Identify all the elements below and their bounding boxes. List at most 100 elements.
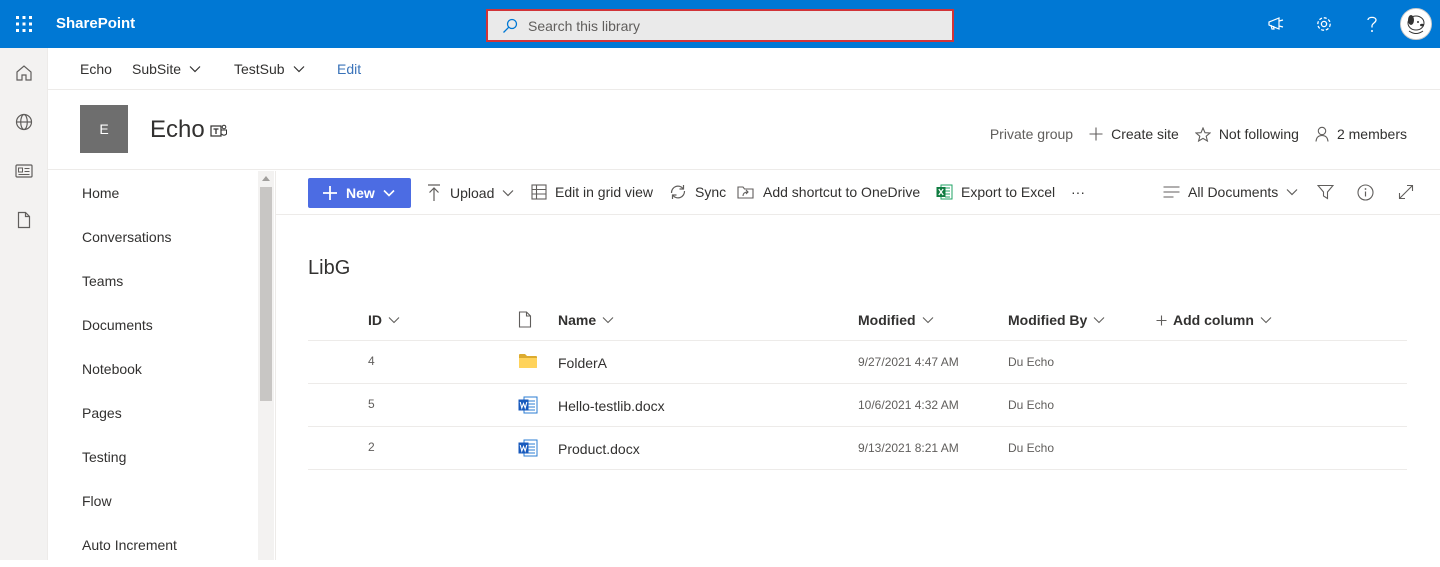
suite-bar: SharePoint bbox=[0, 0, 1440, 48]
filter-icon[interactable] bbox=[1317, 184, 1334, 200]
site-title[interactable]: Echo bbox=[150, 116, 205, 144]
modified-by[interactable]: Du Echo bbox=[1008, 441, 1054, 455]
list-row[interactable]: 5 Hello-testlib.docx 10/6/2021 4:32 AM D… bbox=[308, 384, 1407, 427]
export-excel-button[interactable]: Export to Excel bbox=[936, 184, 1055, 200]
plus-icon bbox=[1156, 315, 1167, 325]
home-icon[interactable] bbox=[0, 48, 48, 97]
hubnav-item-echo[interactable]: Echo bbox=[80, 61, 112, 77]
file-name-link[interactable]: FolderA bbox=[558, 355, 607, 371]
nav-item-teams[interactable]: Teams bbox=[48, 259, 258, 303]
gear-icon[interactable] bbox=[1300, 0, 1348, 48]
row-id: 5 bbox=[368, 397, 375, 411]
avatar[interactable] bbox=[1400, 8, 1432, 40]
search-box[interactable] bbox=[486, 9, 954, 42]
search-input[interactable] bbox=[528, 17, 928, 34]
follow-button[interactable]: Not following bbox=[1194, 126, 1299, 142]
column-header-name[interactable]: Name bbox=[558, 312, 614, 328]
globe-icon[interactable] bbox=[0, 97, 48, 146]
excel-icon bbox=[936, 184, 953, 200]
row-id: 4 bbox=[368, 354, 375, 368]
megaphone-icon[interactable] bbox=[1252, 0, 1300, 48]
new-button[interactable]: New bbox=[308, 178, 411, 208]
sync-icon bbox=[670, 185, 686, 199]
file-icon[interactable] bbox=[0, 195, 48, 244]
group-privacy-label: Private group bbox=[989, 126, 1074, 142]
word-document-icon bbox=[518, 396, 538, 414]
star-icon bbox=[1194, 126, 1211, 142]
members-label: 2 members bbox=[1336, 126, 1407, 142]
chevron-down-icon bbox=[293, 66, 305, 73]
document-list: ID Name Modified Modified By Add column … bbox=[308, 298, 1407, 470]
hubnav-label: SubSite bbox=[132, 61, 182, 77]
site-logo[interactable]: E bbox=[80, 105, 128, 153]
hubnav-edit-link[interactable]: Edit bbox=[337, 61, 361, 77]
file-name-link[interactable]: Product.docx bbox=[558, 441, 640, 457]
chevron-down-icon bbox=[189, 66, 201, 73]
list-row[interactable]: 4 FolderA 9/27/2021 4:47 AM Du Echo bbox=[308, 341, 1407, 384]
modified-date: 9/13/2021 8:21 AM bbox=[858, 441, 959, 455]
nav-item-auto-increment[interactable]: Auto Increment bbox=[48, 523, 258, 567]
file-type-icon[interactable] bbox=[518, 311, 532, 328]
hubnav-item-testsub[interactable]: TestSub bbox=[234, 61, 305, 77]
nav-item-notebook[interactable]: Notebook bbox=[48, 347, 258, 391]
nav-item-pages[interactable]: Pages bbox=[48, 391, 258, 435]
members-button[interactable]: 2 members bbox=[1315, 126, 1407, 142]
view-switcher[interactable]: All Documents bbox=[1163, 184, 1298, 200]
upload-button[interactable]: Upload bbox=[426, 184, 514, 202]
plus-icon bbox=[323, 186, 337, 200]
view-name: All Documents bbox=[1188, 184, 1279, 200]
modified-date: 9/27/2021 4:47 AM bbox=[858, 355, 959, 369]
column-label: Modified bbox=[858, 312, 916, 328]
nav-item-testing[interactable]: Testing bbox=[48, 435, 258, 479]
command-bar: New Upload Edit in grid view Sync Add sh… bbox=[276, 171, 1440, 215]
column-header-modified[interactable]: Modified bbox=[858, 312, 934, 328]
left-nav-scrollbar[interactable] bbox=[258, 171, 274, 560]
add-shortcut-label: Add shortcut to OneDrive bbox=[763, 184, 921, 200]
help-icon[interactable] bbox=[1348, 0, 1396, 48]
word-document-icon bbox=[518, 439, 538, 457]
teams-icon[interactable] bbox=[210, 123, 228, 139]
column-header-modified-by[interactable]: Modified By bbox=[1008, 312, 1105, 328]
chevron-down-icon bbox=[1260, 317, 1272, 324]
hub-navigation: Echo SubSite TestSub Edit bbox=[48, 48, 1440, 90]
chevron-down-icon bbox=[383, 189, 395, 197]
hubnav-item-subsite[interactable]: SubSite bbox=[132, 61, 201, 77]
column-header-id[interactable]: ID bbox=[368, 312, 400, 328]
sync-button[interactable]: Sync bbox=[669, 184, 726, 200]
column-label: Name bbox=[558, 312, 597, 328]
file-name-link[interactable]: Hello-testlib.docx bbox=[558, 398, 665, 414]
library-title[interactable]: LibG bbox=[308, 257, 350, 280]
chevron-down-icon bbox=[388, 317, 400, 324]
modified-by[interactable]: Du Echo bbox=[1008, 398, 1054, 412]
create-site-button[interactable]: Create site bbox=[1089, 126, 1179, 142]
add-shortcut-button[interactable]: Add shortcut to OneDrive bbox=[737, 184, 920, 200]
app-name[interactable]: SharePoint bbox=[56, 15, 135, 32]
folder-icon bbox=[518, 353, 538, 369]
edit-grid-view-button[interactable]: Edit in grid view bbox=[531, 184, 653, 200]
list-row[interactable]: 2 Product.docx 9/13/2021 8:21 AM Du Echo bbox=[308, 427, 1407, 470]
site-header: E Echo Private group Create site Not fol… bbox=[48, 90, 1440, 170]
add-column-button[interactable]: Add column bbox=[1156, 312, 1272, 328]
nav-item-conversations[interactable]: Conversations bbox=[48, 215, 258, 259]
list-view-icon bbox=[1163, 186, 1180, 198]
more-options-button[interactable]: ··· bbox=[1071, 184, 1085, 200]
nav-item-home[interactable]: Home bbox=[48, 171, 258, 215]
nav-item-documents[interactable]: Documents bbox=[48, 303, 258, 347]
column-label: ID bbox=[368, 312, 382, 328]
chevron-down-icon bbox=[602, 317, 614, 324]
modified-by[interactable]: Du Echo bbox=[1008, 355, 1054, 369]
column-label: Modified By bbox=[1008, 312, 1088, 328]
app-bar bbox=[0, 48, 48, 560]
scrollbar-thumb[interactable] bbox=[260, 187, 272, 401]
plus-icon bbox=[1089, 127, 1103, 141]
expand-icon[interactable] bbox=[1398, 184, 1414, 200]
news-icon[interactable] bbox=[0, 146, 48, 195]
grid-icon bbox=[531, 184, 547, 200]
export-excel-label: Export to Excel bbox=[961, 184, 1056, 200]
chevron-down-icon bbox=[922, 317, 933, 324]
info-icon[interactable] bbox=[1357, 184, 1374, 201]
nav-item-flow[interactable]: Flow bbox=[48, 479, 258, 523]
upload-icon bbox=[428, 184, 440, 201]
app-launcher-icon[interactable] bbox=[0, 0, 48, 48]
scroll-up-arrow-icon[interactable] bbox=[262, 175, 270, 181]
